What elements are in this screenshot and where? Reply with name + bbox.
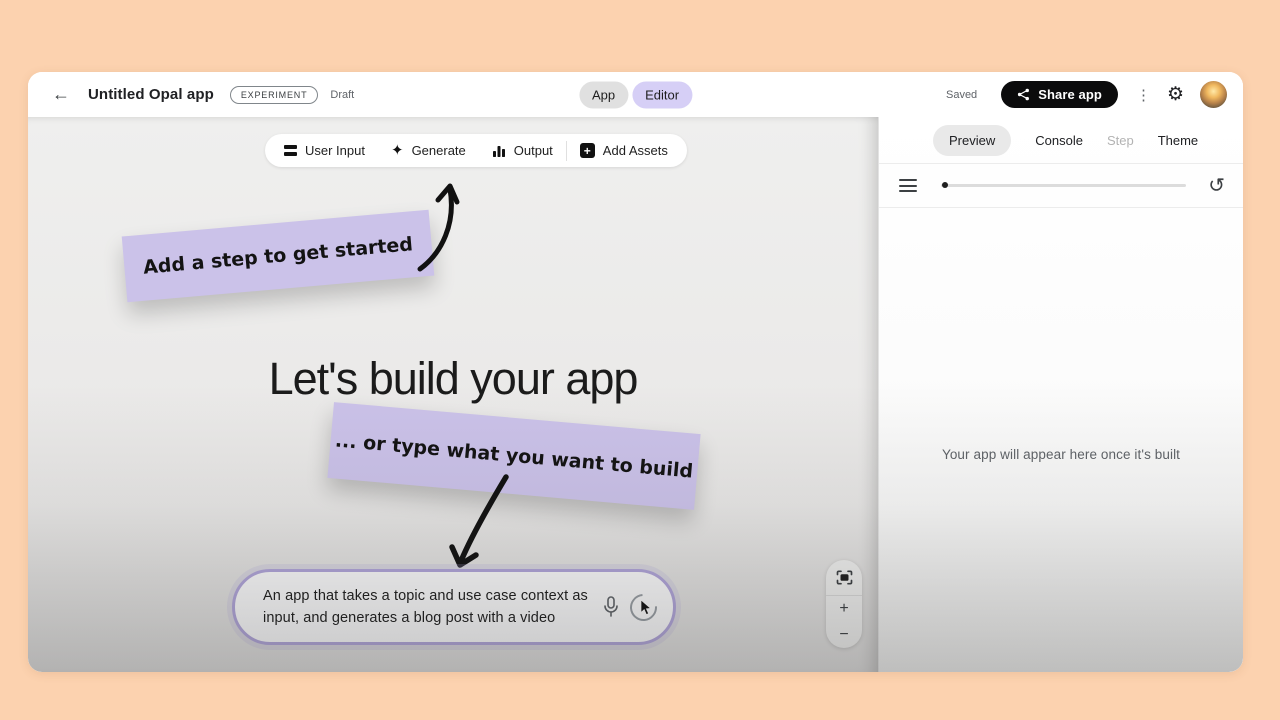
editor-canvas[interactable]: User Input ✦ Generate Output + Add Asset… [28, 117, 878, 672]
tab-theme[interactable]: Theme [1158, 133, 1198, 148]
share-icon [1018, 88, 1030, 101]
sticky-note-type-prompt-text: ... or type what you want to build [334, 429, 694, 483]
user-input-icon [284, 145, 297, 156]
bar-chart-icon [492, 145, 505, 157]
top-app-bar: ← Untitled Opal app EXPERIMENT Draft App… [28, 72, 1243, 117]
prompt-input-value: An app that takes a topic and use case c… [263, 587, 588, 626]
generate-label: Generate [411, 143, 466, 158]
curved-arrow-down-icon [449, 474, 509, 568]
preview-panel: Preview Console Step Theme ↺ Your app wi… [878, 117, 1243, 672]
mouse-cursor-icon [640, 599, 652, 615]
tab-step[interactable]: Step [1107, 133, 1134, 148]
zoom-in-button[interactable]: + [826, 596, 862, 622]
share-app-button[interactable]: Share app [1001, 81, 1118, 108]
opal-app-window: ← Untitled Opal app EXPERIMENT Draft App… [28, 72, 1243, 672]
share-app-label: Share app [1038, 87, 1102, 102]
mic-icon [604, 596, 618, 617]
mode-toggle: App Editor [578, 81, 693, 108]
preview-tabs: Preview Console Step Theme [879, 117, 1243, 164]
output-label: Output [513, 143, 553, 158]
submit-spinner-button[interactable] [624, 587, 663, 627]
editor-toggle-button[interactable]: Editor [632, 81, 693, 108]
prompt-actions [602, 587, 663, 627]
settings-gear-icon[interactable]: ⚙ [1167, 85, 1184, 104]
canvas-heading: Let's build your app [268, 353, 639, 404]
more-options-button[interactable]: ⋮ [1136, 86, 1151, 104]
user-avatar[interactable] [1200, 81, 1227, 108]
add-assets-button[interactable]: + Add Assets [567, 134, 681, 167]
draft-status: Draft [330, 88, 355, 101]
output-button[interactable]: Output [479, 134, 566, 167]
fit-to-screen-button[interactable] [826, 560, 862, 596]
experiment-badge: EXPERIMENT [229, 85, 319, 104]
prompt-input[interactable]: An app that takes a topic and use case c… [232, 569, 676, 645]
zoom-out-button[interactable]: − [826, 622, 862, 648]
sticky-note-type-prompt: ... or type what you want to build [327, 402, 701, 510]
sparkle-icon: ✦ [390, 142, 404, 159]
user-input-button[interactable]: User Input [271, 134, 378, 167]
user-input-label: User Input [305, 143, 365, 158]
generate-button[interactable]: ✦ Generate [378, 134, 479, 167]
tab-preview[interactable]: Preview [933, 124, 1012, 156]
canvas-zoom-controls: + − [826, 560, 862, 648]
app-title: Untitled Opal app [88, 86, 214, 103]
preview-placeholder-message: Your app will appear here once it's buil… [941, 447, 1181, 462]
preview-controls-row: ↺ [879, 164, 1243, 208]
mic-button[interactable] [602, 595, 620, 619]
tab-console[interactable]: Console [1035, 133, 1083, 148]
header-actions: Saved Share app ⋮ ⚙ [946, 81, 1227, 108]
curved-arrow-up-icon [417, 183, 460, 272]
refresh-icon[interactable]: ↺ [1208, 176, 1225, 196]
sticky-note-add-step: Add a step to get started [121, 209, 435, 303]
step-toolbar: User Input ✦ Generate Output + Add Asset… [265, 134, 687, 167]
add-assets-label: Add Assets [602, 143, 668, 158]
desktop-background: ← Untitled Opal app EXPERIMENT Draft App… [0, 0, 1280, 720]
back-arrow-icon[interactable]: ← [52, 84, 76, 105]
fit-to-screen-icon [836, 570, 852, 585]
app-toggle-button[interactable]: App [578, 81, 629, 108]
saved-status: Saved [945, 88, 978, 101]
sticky-note-add-step-text: Add a step to get started [142, 233, 414, 279]
add-assets-icon: + [579, 143, 595, 158]
menu-button[interactable] [897, 175, 919, 196]
progress-slider[interactable] [941, 182, 1187, 188]
